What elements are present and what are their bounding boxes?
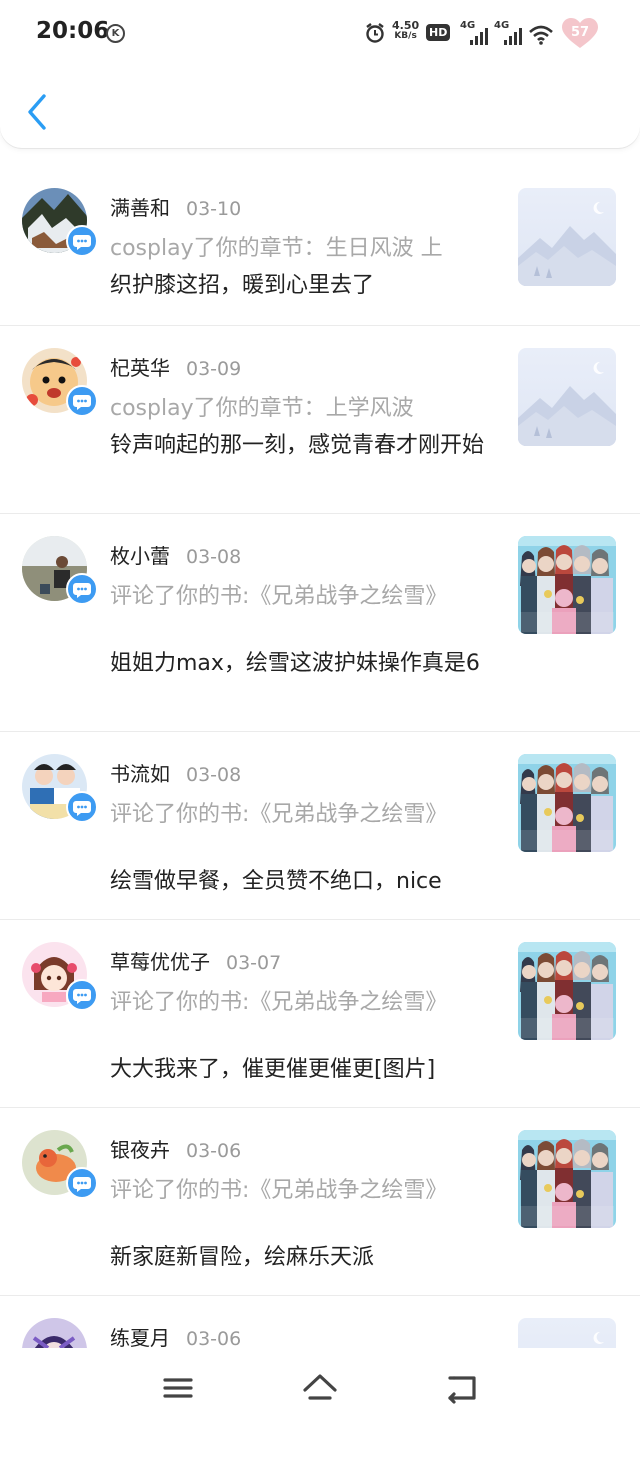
list-item[interactable]: 枚小蕾 03-08 评论了你的书:《兄弟战争之绘雪》 姐姐力max，绘雪这波护妹操… (0, 513, 640, 732)
k-badge-icon: K (106, 24, 125, 43)
system-nav-bar (0, 1348, 640, 1423)
notification-action: cosplay了你的章节：生日风波 上 (110, 236, 443, 261)
notification-date: 03-06 (186, 1140, 242, 1162)
hd-icon: HD (426, 24, 451, 41)
book-cover-image[interactable] (518, 1130, 616, 1228)
comment-text: 姐姐力max，绘雪这波护妹操作真是6 (110, 651, 480, 676)
user-name-text[interactable]: 练夏月 (110, 1326, 170, 1350)
notification-action: cosplay了你的章节：上学风波 (110, 396, 414, 421)
list-item[interactable]: 草莓优优子 03-07 评论了你的书:《兄弟战争之绘雪》 大大我来了，催更催更催更… (0, 919, 640, 1108)
user-name[interactable]: 杞英华 03-09 (110, 352, 241, 381)
user-name-text[interactable]: 书流如 (110, 762, 170, 786)
comment-badge-icon (66, 385, 98, 417)
notification-date: 03-06 (186, 1328, 242, 1350)
list-item[interactable]: 杞英华 03-09 cosplay了你的章节：上学风波 铃声响起的那一刻，感觉青春… (0, 325, 640, 514)
menu-icon[interactable] (158, 1368, 198, 1408)
top-bar: 20:06 K 4.50 KB/s HD 4G 4G 57 (0, 0, 640, 148)
status-time: 20:06 (36, 18, 110, 44)
list-item[interactable]: 书流如 03-08 评论了你的书:《兄弟战争之绘雪》 绘雪做早餐，全员赞不绝口，n… (0, 731, 640, 920)
battery-level: 57 (570, 25, 590, 40)
comment-text: 铃声响起的那一刻，感觉青春才刚开始 (110, 433, 485, 458)
notification-date: 03-08 (186, 764, 242, 786)
user-name[interactable]: 满善和 03-10 (110, 192, 241, 221)
book-cover-image[interactable] (518, 536, 616, 634)
signal-icon: 4G (494, 20, 524, 48)
user-name[interactable]: 枚小蕾 03-08 (110, 540, 241, 569)
book-cover-image[interactable] (518, 754, 616, 852)
comment-text: 新家庭新冒险，绘麻乐天派 (110, 1245, 375, 1270)
comment-text: 绘雪做早餐，全员赞不绝口，nice (110, 869, 442, 894)
comment-text: 织护膝这招，暖到心里去了 (110, 273, 375, 298)
network-speed-value: 4.50 (392, 19, 420, 32)
signal-icon: 4G (460, 20, 490, 48)
notification-date: 03-09 (186, 358, 242, 380)
back-chevron-icon[interactable] (22, 92, 52, 132)
notification-date: 03-07 (226, 952, 282, 974)
user-name-text[interactable]: 银夜卉 (110, 1138, 170, 1162)
notification-action: 评论了你的书:《兄弟战争之绘雪》 (110, 802, 448, 827)
user-name[interactable]: 书流如 03-08 (110, 758, 241, 787)
wifi-icon (529, 25, 553, 45)
comment-badge-icon (66, 791, 98, 823)
user-name-text[interactable]: 枚小蕾 (110, 544, 170, 568)
status-bar: 20:06 K 4.50 KB/s HD 4G 4G 57 (0, 0, 640, 68)
user-name[interactable]: 银夜卉 03-06 (110, 1134, 241, 1163)
notification-date: 03-08 (186, 546, 242, 568)
user-name-text[interactable]: 满善和 (110, 196, 170, 220)
user-name[interactable]: 草莓优优子 03-07 (110, 946, 281, 975)
list-item[interactable]: 满善和 03-10 cosplay了你的章节：生日风波 上 织护膝这招，暖到心里去… (0, 165, 640, 326)
user-name[interactable]: 练夏月 03-06 (110, 1322, 241, 1351)
notification-action: 评论了你的书:《兄弟战争之绘雪》 (110, 990, 448, 1015)
comment-text: 大大我来了，催更催更催更[图片] (110, 1057, 436, 1082)
user-name-text[interactable]: 草莓优优子 (110, 950, 210, 974)
network-speed-unit: KB/s (394, 31, 417, 41)
notification-date: 03-10 (186, 198, 242, 220)
placeholder-image-icon[interactable] (518, 348, 616, 446)
network-speed: 4.50 KB/s (392, 20, 419, 42)
notification-action: 评论了你的书:《兄弟战争之绘雪》 (110, 1178, 448, 1203)
comment-badge-icon (66, 573, 98, 605)
list-item[interactable]: 银夜卉 03-06 评论了你的书:《兄弟战争之绘雪》 新家庭新冒险，绘麻乐天派 (0, 1107, 640, 1296)
back-icon[interactable] (442, 1368, 482, 1408)
comment-badge-icon (66, 979, 98, 1011)
comment-badge-icon (66, 1167, 98, 1199)
placeholder-image-icon[interactable] (518, 188, 616, 286)
alarm-icon (366, 23, 384, 43)
home-icon[interactable] (300, 1368, 340, 1408)
notification-action: 评论了你的书:《兄弟战争之绘雪》 (110, 584, 448, 609)
battery-heart-icon: 57 (562, 18, 598, 50)
book-cover-image[interactable] (518, 942, 616, 1040)
user-name-text[interactable]: 杞英华 (110, 356, 170, 380)
comment-badge-icon (66, 225, 98, 257)
